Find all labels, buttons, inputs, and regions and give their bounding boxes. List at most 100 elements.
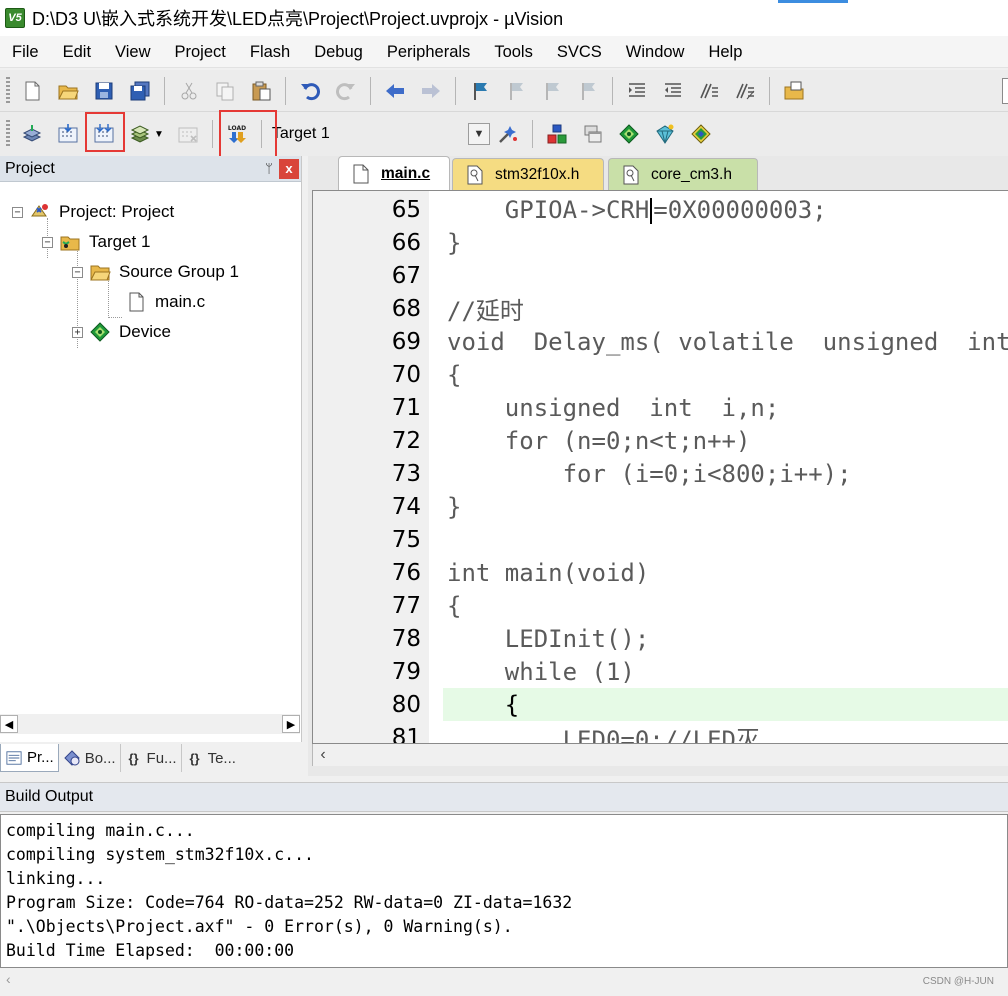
code-line[interactable]: 73 for (i=0;i<800;i++); xyxy=(313,457,1008,490)
toolbar-grip[interactable] xyxy=(6,120,10,148)
menu-window[interactable]: Window xyxy=(614,36,697,68)
project-panel-title: Project xyxy=(5,159,55,177)
code-line[interactable]: 65 GPIOA->CRH =0X00000003; xyxy=(313,193,1008,226)
uncomment-icon[interactable] xyxy=(732,78,758,104)
collapse-icon[interactable]: − xyxy=(12,206,23,218)
build-output-text[interactable]: compiling main.c... compiling system_stm3… xyxy=(0,814,1008,968)
bookmark-icon[interactable] xyxy=(467,78,493,104)
indent-icon[interactable] xyxy=(624,78,650,104)
project-horizontal-scrollbar[interactable]: ◀ ▶ xyxy=(0,714,300,734)
scroll-right-icon[interactable]: ▶ xyxy=(282,715,300,733)
tab-project[interactable]: Pr... xyxy=(0,744,59,772)
code-line[interactable]: 69 void Delay_ms( volatile unsigned int xyxy=(313,325,1008,358)
code-line[interactable]: 74} xyxy=(313,490,1008,523)
tab-main-c[interactable]: main.c xyxy=(338,156,450,190)
tab-functions[interactable]: {} Fu... xyxy=(121,744,182,772)
scroll-left-icon[interactable]: ‹ xyxy=(6,971,11,987)
manage-project-items-icon[interactable] xyxy=(544,121,570,147)
code-line[interactable]: 71 unsigned int i,n; xyxy=(313,391,1008,424)
save-icon[interactable] xyxy=(91,78,117,104)
toolbar-separator xyxy=(164,76,165,105)
menu-file[interactable]: File xyxy=(0,36,51,68)
select-packs-icon[interactable] xyxy=(616,121,642,147)
close-icon[interactable]: x xyxy=(279,158,299,179)
unindent-icon[interactable] xyxy=(660,78,686,104)
target-options-icon[interactable] xyxy=(495,121,521,147)
collapse-icon[interactable]: − xyxy=(42,236,53,248)
copy-icon[interactable] xyxy=(212,78,238,104)
tree-item-label: Project: Project xyxy=(59,202,175,221)
output-horizontal-scrollbar[interactable]: ‹ xyxy=(0,968,1008,990)
code-line[interactable]: 79 while (1) xyxy=(313,655,1008,688)
pin-icon[interactable]: ᛘ xyxy=(259,161,279,176)
tab-stm32f10x-h[interactable]: stm32f10x.h xyxy=(452,158,604,190)
code-text: GPIOA->CRH =0X00000003; xyxy=(447,196,827,224)
code-editor[interactable]: 65 GPIOA->CRH =0X00000003; 66} 67 68//延时 69 vo… xyxy=(312,190,1008,744)
environment-icon[interactable] xyxy=(688,121,714,147)
code-line[interactable]: 72 for (n=0;n<t;n++) xyxy=(313,424,1008,457)
clear-bookmarks-icon[interactable] xyxy=(575,78,601,104)
menu-project[interactable]: Project xyxy=(163,36,238,68)
stop-build-icon[interactable] xyxy=(175,121,201,147)
tab-books[interactable]: Bo... xyxy=(59,744,121,772)
translate-icon[interactable] xyxy=(19,121,45,147)
manage-window-layout-icon[interactable] xyxy=(580,121,606,147)
tab-core-cm3-h[interactable]: core_cm3.h xyxy=(608,158,758,190)
editor-horizontal-scrollbar[interactable]: ‹ xyxy=(312,744,1008,766)
menu-tools[interactable]: Tools xyxy=(482,36,545,68)
cut-icon[interactable] xyxy=(176,78,202,104)
open-file-icon[interactable] xyxy=(55,78,81,104)
prev-bookmark-icon[interactable] xyxy=(503,78,529,104)
toolbar-grip[interactable] xyxy=(6,76,10,105)
scroll-left-icon[interactable]: ‹ xyxy=(313,745,333,765)
comment-icon[interactable] xyxy=(696,78,722,104)
batch-build-dropdown-icon[interactable]: ▼ xyxy=(154,129,164,140)
pack-installer-icon[interactable] xyxy=(652,121,678,147)
code-line[interactable]: 67 xyxy=(313,259,1008,292)
menu-view[interactable]: View xyxy=(103,36,162,68)
menu-edit[interactable]: Edit xyxy=(51,36,103,68)
code-line[interactable]: 68 //延时 xyxy=(313,292,1008,326)
undo-icon[interactable] xyxy=(297,78,323,104)
menu-peripherals[interactable]: Peripherals xyxy=(375,36,482,68)
code-line[interactable]: 80 { xyxy=(313,688,1008,721)
redo-icon[interactable] xyxy=(333,78,359,104)
build-icon[interactable] xyxy=(55,121,81,147)
paste-icon[interactable] xyxy=(248,78,274,104)
tree-item-main-c[interactable]: main.c xyxy=(125,288,205,316)
batch-build-icon[interactable] xyxy=(127,121,153,147)
menu-svcs[interactable]: SVCS xyxy=(545,36,614,68)
code-line[interactable]: 81 LED0=0;//LED灭 xyxy=(313,721,1008,744)
code-line[interactable]: 77 { xyxy=(313,589,1008,622)
tree-item-target[interactable]: − Target 1 xyxy=(42,228,150,256)
code-line[interactable]: 66} xyxy=(313,226,1008,259)
new-file-icon[interactable] xyxy=(19,78,45,104)
code-line[interactable]: 78 LEDInit(); xyxy=(313,622,1008,655)
expand-icon[interactable]: + xyxy=(72,326,83,338)
target-select[interactable]: Target 1 ▼ xyxy=(272,121,490,147)
menu-debug[interactable]: Debug xyxy=(302,36,375,68)
chevron-down-icon[interactable]: ▼ xyxy=(467,123,490,145)
toolbar-overflow[interactable] xyxy=(1002,78,1008,104)
scroll-track[interactable] xyxy=(18,715,282,733)
line-number: 79 xyxy=(391,658,421,685)
navigate-back-icon[interactable] xyxy=(382,78,408,104)
tree-item-label: Device xyxy=(119,322,171,341)
navigate-forward-icon[interactable] xyxy=(418,78,444,104)
tree-item-source-group[interactable]: − Source Group 1 xyxy=(72,258,239,286)
menu-help[interactable]: Help xyxy=(696,36,754,68)
code-line[interactable]: 70 { xyxy=(313,358,1008,391)
scroll-left-icon[interactable]: ◀ xyxy=(0,715,18,733)
tree-item-project[interactable]: − Project: Project xyxy=(12,198,174,226)
find-in-files-icon[interactable] xyxy=(781,78,807,104)
save-all-icon[interactable] xyxy=(127,78,153,104)
collapse-icon[interactable]: − xyxy=(72,266,83,278)
tab-templates[interactable]: {} Te... xyxy=(182,744,240,772)
menu-flash[interactable]: Flash xyxy=(238,36,302,68)
code-line[interactable]: 75 xyxy=(313,523,1008,556)
next-bookmark-icon[interactable] xyxy=(539,78,565,104)
code-text: for (n=0;n<t;n++) xyxy=(447,426,751,455)
line-number: 81 xyxy=(391,724,421,744)
code-line[interactable]: 76 int main(void) xyxy=(313,556,1008,589)
tree-item-device[interactable]: + Device xyxy=(72,318,171,346)
